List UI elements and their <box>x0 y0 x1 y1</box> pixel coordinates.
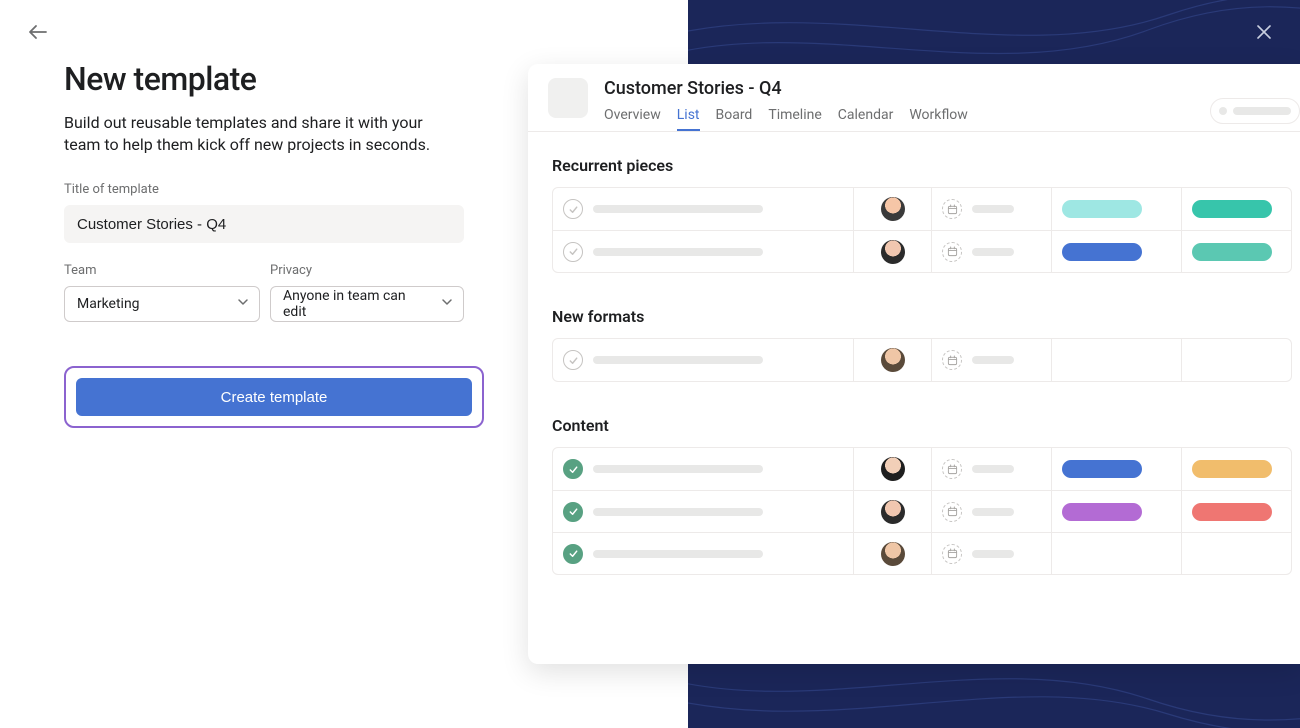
tab-list[interactable]: List <box>677 107 700 131</box>
tag-pill <box>1192 503 1272 521</box>
tag-pill <box>1062 503 1142 521</box>
template-form: New template Build out reusable template… <box>64 60 474 428</box>
tab-overview[interactable]: Overview <box>604 107 661 131</box>
calendar-icon[interactable] <box>942 242 962 262</box>
decorative-banner-top <box>688 0 1300 64</box>
task-row[interactable] <box>553 230 1291 272</box>
task-table <box>552 447 1292 575</box>
section-title: New formats <box>552 307 1300 326</box>
assignee-avatar[interactable] <box>881 348 905 372</box>
tab-board[interactable]: Board <box>716 107 753 131</box>
date-placeholder <box>972 508 1014 516</box>
tag-pill <box>1062 243 1142 261</box>
status-dot-icon <box>1219 107 1227 115</box>
divider <box>528 131 1300 132</box>
team-dropdown[interactable]: Marketing <box>64 286 260 322</box>
section-title: Content <box>552 416 1300 435</box>
project-color-square <box>548 78 588 118</box>
template-title-input[interactable] <box>64 205 464 243</box>
calendar-icon[interactable] <box>942 199 962 219</box>
page-title: New template <box>64 60 474 98</box>
status-pill[interactable] <box>1210 98 1300 124</box>
date-placeholder <box>972 248 1014 256</box>
privacy-field-label: Privacy <box>270 263 464 278</box>
tab-timeline[interactable]: Timeline <box>768 107 821 131</box>
task-check-icon[interactable] <box>563 502 583 522</box>
tag-pill <box>1192 460 1272 478</box>
task-name-placeholder <box>593 465 763 473</box>
task-section: New formats <box>552 307 1300 382</box>
task-name-placeholder <box>593 356 763 364</box>
date-placeholder <box>972 550 1014 558</box>
section-title: Recurrent pieces <box>552 156 1300 175</box>
page-subtitle: Build out reusable templates and share i… <box>64 112 444 156</box>
create-template-button[interactable]: Create template <box>76 378 472 416</box>
task-table <box>552 187 1292 273</box>
preview-body: Recurrent pieces New formats Content <box>548 156 1300 575</box>
date-placeholder <box>972 465 1014 473</box>
assignee-avatar[interactable] <box>881 500 905 524</box>
project-name: Customer Stories - Q4 <box>604 78 968 99</box>
task-check-icon[interactable] <box>563 544 583 564</box>
team-dropdown-value: Marketing <box>77 296 140 312</box>
task-section: Recurrent pieces <box>552 156 1300 273</box>
assignee-avatar[interactable] <box>881 197 905 221</box>
tab-workflow[interactable]: Workflow <box>909 107 968 131</box>
create-template-focus-ring: Create template <box>64 366 484 428</box>
privacy-dropdown-value: Anyone in team can edit <box>283 288 431 320</box>
template-preview-card: Customer Stories - Q4 Overview List Board T… <box>528 64 1300 664</box>
date-placeholder <box>972 356 1014 364</box>
task-table <box>552 338 1292 382</box>
task-check-icon[interactable] <box>563 459 583 479</box>
privacy-dropdown[interactable]: Anyone in team can edit <box>270 286 464 322</box>
calendar-icon[interactable] <box>942 502 962 522</box>
date-placeholder <box>972 205 1014 213</box>
task-name-placeholder <box>593 205 763 213</box>
tab-calendar[interactable]: Calendar <box>838 107 894 131</box>
close-icon[interactable] <box>1256 24 1272 44</box>
tag-pill <box>1062 200 1142 218</box>
task-row[interactable] <box>553 490 1291 532</box>
chevron-down-icon <box>237 296 249 312</box>
task-row[interactable] <box>553 339 1291 381</box>
decorative-banner-bottom <box>688 664 1300 728</box>
status-placeholder <box>1233 107 1291 115</box>
assignee-avatar[interactable] <box>881 457 905 481</box>
title-field-label: Title of template <box>64 182 474 197</box>
task-check-icon[interactable] <box>563 199 583 219</box>
calendar-icon[interactable] <box>942 350 962 370</box>
task-section: Content <box>552 416 1300 575</box>
tag-pill <box>1192 200 1272 218</box>
task-row[interactable] <box>553 532 1291 574</box>
team-field-label: Team <box>64 263 260 278</box>
preview-tabs: Overview List Board Timeline Calendar Workflo… <box>604 107 968 131</box>
task-row[interactable] <box>553 448 1291 490</box>
assignee-avatar[interactable] <box>881 542 905 566</box>
task-name-placeholder <box>593 550 763 558</box>
calendar-icon[interactable] <box>942 544 962 564</box>
tag-pill <box>1192 243 1272 261</box>
calendar-icon[interactable] <box>942 459 962 479</box>
task-row[interactable] <box>553 188 1291 230</box>
assignee-avatar[interactable] <box>881 240 905 264</box>
tag-pill <box>1062 460 1142 478</box>
task-name-placeholder <box>593 248 763 256</box>
chevron-down-icon <box>441 296 453 312</box>
back-arrow-icon[interactable] <box>28 24 48 44</box>
task-check-icon[interactable] <box>563 350 583 370</box>
task-name-placeholder <box>593 508 763 516</box>
task-check-icon[interactable] <box>563 242 583 262</box>
